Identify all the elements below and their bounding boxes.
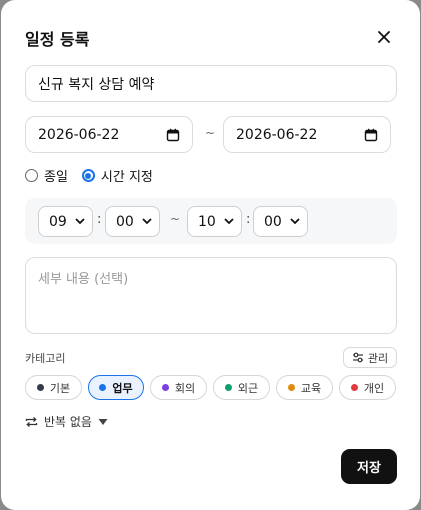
category-dot bbox=[161, 384, 169, 391]
time-colon: : bbox=[246, 212, 251, 227]
chevron-down-icon bbox=[290, 218, 300, 225]
category-dot bbox=[99, 384, 107, 391]
dialog-title: 일정 등록 bbox=[25, 30, 90, 49]
start-date-input[interactable]: 2026-06-22 bbox=[25, 116, 193, 153]
time-range-panel: 09 : 00 ~ 10 : 00 bbox=[25, 198, 397, 244]
category-chip-work[interactable]: 업무 bbox=[88, 375, 144, 400]
category-label: 카테고리 bbox=[25, 352, 66, 365]
end-minute-select[interactable]: 00 bbox=[253, 206, 308, 237]
time-colon: : bbox=[97, 212, 102, 227]
calendar-icon[interactable] bbox=[166, 128, 180, 142]
caret-down-icon bbox=[98, 418, 108, 425]
category-chip-meeting[interactable]: 회의 bbox=[150, 375, 207, 400]
start-date-value: 2026-06-22 bbox=[38, 126, 120, 143]
category-chip-personal[interactable]: 개인 bbox=[339, 375, 396, 400]
date-range-separator: ~ bbox=[205, 126, 216, 140]
category-chip-label: 외근 bbox=[237, 381, 259, 395]
event-dialog: 일정 등록 신규 복지 상담 예약 2026-06-22 ~ 2026-06-2… bbox=[1, 0, 420, 510]
category-chips: 기본 업무 회의 외근 교육 개인 bbox=[25, 375, 396, 400]
category-chip-basic[interactable]: 기본 bbox=[25, 375, 82, 400]
repeat-label: 반복 없음 bbox=[44, 415, 92, 429]
details-textarea[interactable]: 세부 내용 (선택) bbox=[25, 257, 397, 334]
category-chip-outside[interactable]: 외근 bbox=[213, 375, 270, 400]
category-dot bbox=[224, 384, 232, 391]
category-dot bbox=[350, 384, 358, 391]
start-minute-value: 00 bbox=[116, 213, 134, 230]
manage-categories-button[interactable]: 관리 bbox=[343, 347, 397, 368]
manage-label: 관리 bbox=[367, 351, 389, 365]
time-range-separator: ~ bbox=[170, 212, 181, 226]
repeat-icon bbox=[25, 416, 38, 427]
category-chip-label: 기본 bbox=[49, 381, 71, 395]
all-day-radio[interactable]: 종일 bbox=[25, 166, 68, 185]
category-dot bbox=[36, 384, 44, 391]
calendar-icon[interactable] bbox=[364, 128, 378, 142]
specific-time-radio[interactable]: 시간 지정 bbox=[81, 166, 153, 185]
save-button[interactable]: 저장 bbox=[341, 449, 397, 484]
details-placeholder: 세부 내용 (선택) bbox=[38, 272, 129, 287]
start-minute-select[interactable]: 00 bbox=[105, 206, 160, 237]
specific-time-label: 시간 지정 bbox=[100, 170, 153, 185]
chevron-down-icon bbox=[224, 218, 234, 225]
start-hour-value: 09 bbox=[49, 213, 67, 230]
chevron-down-icon bbox=[142, 218, 152, 225]
repeat-dropdown[interactable]: 반복 없음 bbox=[25, 413, 108, 430]
end-hour-value: 10 bbox=[198, 213, 216, 230]
end-date-input[interactable]: 2026-06-22 bbox=[223, 116, 391, 153]
category-chip-label: 업무 bbox=[112, 381, 133, 395]
all-day-label: 종일 bbox=[44, 170, 68, 185]
close-icon bbox=[378, 31, 390, 43]
radio-unchecked-icon[interactable] bbox=[25, 169, 38, 182]
category-dot bbox=[287, 384, 295, 391]
start-hour-select[interactable]: 09 bbox=[38, 206, 93, 237]
event-title-value: 신규 복지 상담 예약 bbox=[38, 76, 155, 93]
category-chip-label: 교육 bbox=[300, 381, 322, 395]
close-button[interactable] bbox=[373, 26, 395, 48]
chevron-down-icon bbox=[75, 218, 85, 225]
category-chip-label: 회의 bbox=[174, 381, 196, 395]
time-mode-group: 종일 시간 지정 bbox=[25, 166, 167, 185]
sliders-icon bbox=[352, 352, 363, 363]
radio-checked-icon[interactable] bbox=[81, 169, 95, 182]
event-title-input[interactable]: 신규 복지 상담 예약 bbox=[25, 65, 397, 102]
category-chip-label: 개인 bbox=[363, 381, 385, 395]
category-chip-education[interactable]: 교육 bbox=[276, 375, 333, 400]
end-hour-select[interactable]: 10 bbox=[187, 206, 242, 237]
end-date-value: 2026-06-22 bbox=[236, 126, 318, 143]
end-minute-value: 00 bbox=[264, 213, 282, 230]
